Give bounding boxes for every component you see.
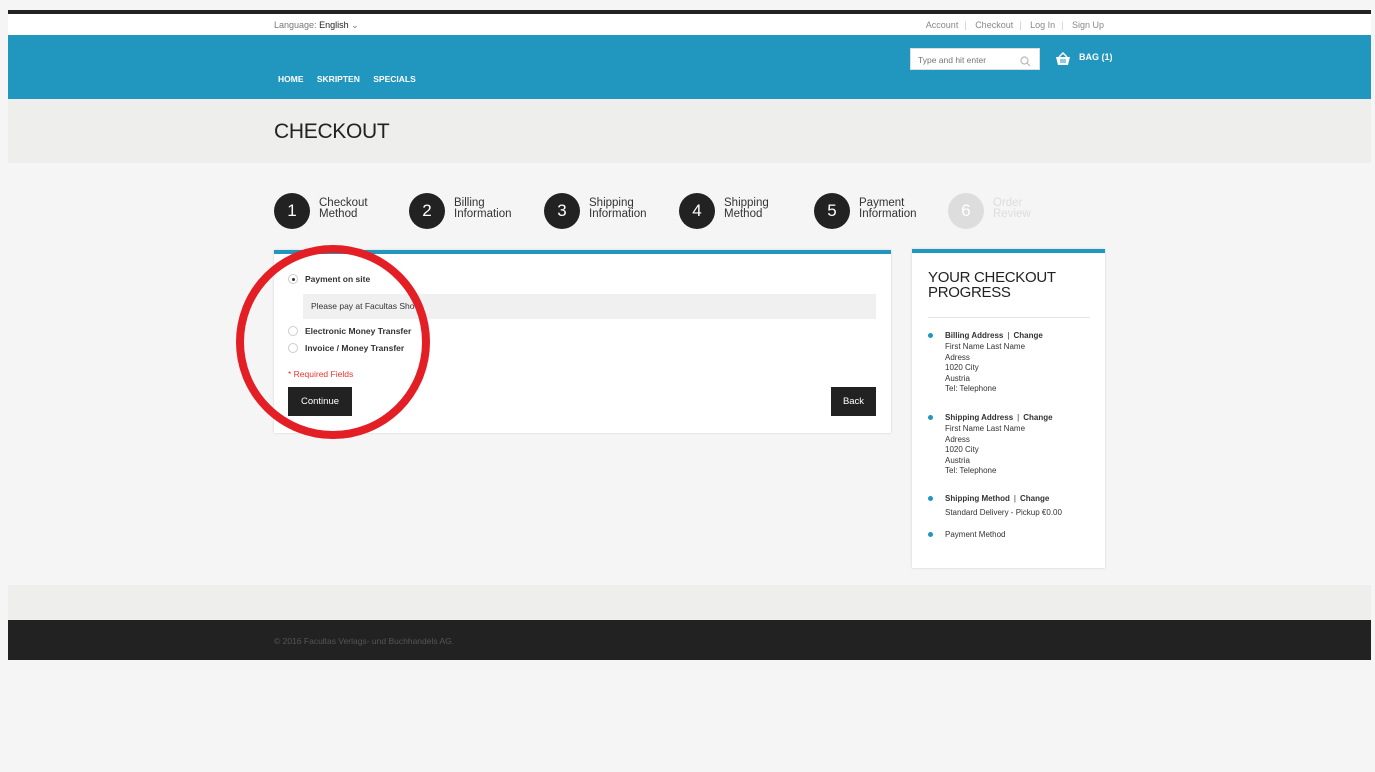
search-input[interactable] <box>916 50 1020 70</box>
progress-item-header: Billing Address | Change <box>945 331 1043 340</box>
bullet-icon <box>928 415 933 420</box>
header-bar <box>8 35 1371 99</box>
step-shipping-method[interactable]: 4 Shipping Method <box>679 193 819 229</box>
language-value: English <box>319 20 349 30</box>
login-link[interactable]: Log In <box>1030 20 1055 30</box>
back-button[interactable]: Back <box>831 387 876 416</box>
main-nav: HOME SKRIPTEN SPECIALS <box>278 74 427 84</box>
nav-specials[interactable]: SPECIALS <box>373 74 416 84</box>
step-number: 5 <box>814 193 850 229</box>
chevron-down-icon: ⌄ <box>351 20 359 30</box>
progress-item-header: Payment Method <box>945 530 1006 539</box>
step-checkout-method[interactable]: 1 Checkout Method <box>274 193 414 229</box>
language-label: Language: <box>274 20 317 30</box>
billing-address: First Name Last Name Adress 1020 City Austr… <box>945 342 1026 393</box>
step-order-review: 6 Order Review <box>948 193 1088 229</box>
checkout-progress-panel: YOUR CHECKOUT PROGRESS Billing Address | C… <box>912 249 1105 568</box>
top-bar <box>8 14 1371 35</box>
nav-skripten[interactable]: SKRIPTEN <box>317 74 360 84</box>
checkout-link[interactable]: Checkout <box>975 20 1013 30</box>
search-box <box>910 48 1040 70</box>
step-billing-information[interactable]: 2 Billing Information <box>409 193 549 229</box>
step-number: 1 <box>274 193 310 229</box>
footer: © 2016 Facultas Verlags- und Buchhandels… <box>8 620 1371 660</box>
change-shipping-method-link[interactable]: Change <box>1020 494 1049 503</box>
progress-title: YOUR CHECKOUT PROGRESS <box>928 269 1056 301</box>
top-links: Account | Checkout | Log In | Sign Up <box>926 20 1104 30</box>
search-icon[interactable] <box>1020 54 1031 72</box>
title-band <box>8 99 1371 163</box>
nav-home[interactable]: HOME <box>278 74 304 84</box>
pre-footer-band <box>8 585 1371 620</box>
bag-label: BAG (1) <box>1079 52 1113 62</box>
step-number: 2 <box>409 193 445 229</box>
step-label: Checkout Method <box>319 197 368 220</box>
shipping-address: First Name Last Name Adress 1020 City Austr… <box>945 424 1026 475</box>
step-number: 4 <box>679 193 715 229</box>
signup-link[interactable]: Sign Up <box>1072 20 1104 30</box>
language-selector[interactable]: Language: English ⌄ <box>274 20 359 31</box>
change-billing-link[interactable]: Change <box>1013 331 1042 340</box>
step-payment-information[interactable]: 5 Payment Information <box>814 193 954 229</box>
highlight-circle-annotation <box>236 245 430 439</box>
divider <box>928 317 1090 318</box>
basket-icon <box>1055 51 1071 68</box>
step-label: Billing Information <box>454 197 512 220</box>
bullet-icon <box>928 532 933 537</box>
divider: | <box>1061 20 1064 30</box>
step-label: Order Review <box>993 197 1031 220</box>
step-label: Shipping Method <box>724 197 769 220</box>
bullet-icon <box>928 496 933 501</box>
step-number: 3 <box>544 193 580 229</box>
progress-item-header: Shipping Method | Change <box>945 494 1050 503</box>
page-title: CHECKOUT <box>274 120 390 143</box>
account-link[interactable]: Account <box>926 20 959 30</box>
step-label: Payment Information <box>859 197 917 220</box>
change-shipping-link[interactable]: Change <box>1023 413 1052 422</box>
step-label: Shipping Information <box>589 197 647 220</box>
step-shipping-information[interactable]: 3 Shipping Information <box>544 193 684 229</box>
divider: | <box>1019 20 1022 30</box>
shipping-method-value: Standard Delivery - Pickup €0.00 <box>945 508 1062 517</box>
step-number: 6 <box>948 193 984 229</box>
bullet-icon <box>928 333 933 338</box>
copyright: © 2016 Facultas Verlags- und Buchhandels… <box>274 636 455 646</box>
divider: | <box>964 20 967 30</box>
progress-item-header: Shipping Address | Change <box>945 413 1053 422</box>
